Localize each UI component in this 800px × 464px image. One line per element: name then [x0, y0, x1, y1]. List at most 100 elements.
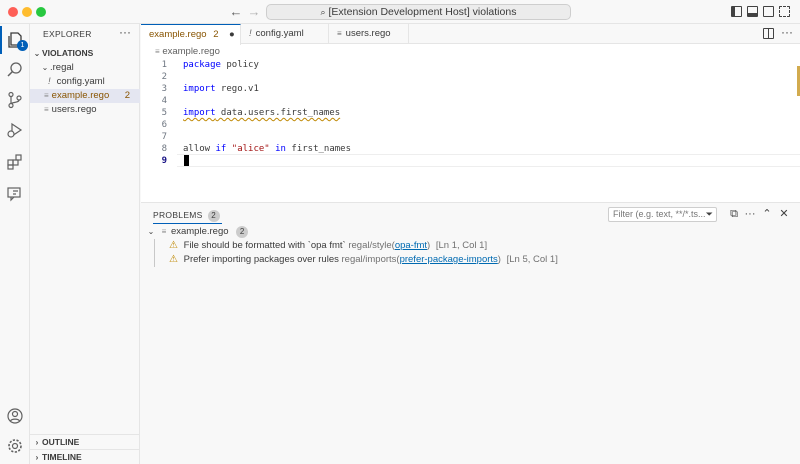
line-number: 4 — [161, 96, 167, 106]
chevron-right-icon: › — [35, 453, 39, 462]
line-number: 5 — [161, 108, 167, 118]
split-editor-icon[interactable] — [763, 28, 774, 39]
extensions-activity[interactable] — [0, 148, 30, 176]
tab-label: config.yaml — [255, 28, 304, 39]
line-number: 1 — [161, 60, 167, 70]
problems-filter-input[interactable]: Filter (e.g. text, **/*.ts... ⏷ — [608, 207, 717, 222]
code-editor[interactable]: 1 package policy 2 3 import rego.v1 4 5 … — [141, 59, 800, 199]
code-line: 3 import rego.v1 — [141, 83, 800, 95]
keyword: import — [183, 84, 216, 94]
manage-activity[interactable] — [0, 432, 30, 460]
maximize-panel-icon[interactable]: ⌃ — [761, 208, 773, 220]
filter-icon[interactable]: ⏷ — [706, 208, 713, 221]
tab-bar: example.rego 2 ● ! config.yaml ≡ users.reg… — [141, 24, 800, 45]
current-line-highlight — [177, 154, 800, 167]
code-text-warning: import data.users.first_names — [183, 107, 340, 119]
problem-row[interactable]: ⚠ File should be formatted with `opa fmt… — [141, 239, 800, 253]
toggle-secondary-sidebar-icon[interactable] — [763, 6, 774, 17]
search-activity[interactable] — [0, 56, 30, 84]
run-debug-activity[interactable] — [0, 116, 30, 144]
code-line: 1 package policy — [141, 59, 800, 71]
close-window-button[interactable] — [8, 7, 18, 17]
string-literal: "alice" — [231, 144, 270, 154]
tree-item-label: config.yaml — [56, 76, 105, 87]
source-control-activity[interactable] — [0, 86, 30, 114]
problem-row[interactable]: ⚠ Prefer importing packages over rules r… — [141, 253, 800, 267]
code-token: rego.v1 — [215, 84, 259, 94]
back-arrow-icon[interactable]: ← — [228, 4, 244, 20]
file-icon: ≡ — [44, 105, 49, 114]
keyword: if — [215, 144, 227, 154]
panel-tab-label: PROBLEMS — [153, 210, 203, 220]
timeline-section[interactable]: › TIMELINE — [30, 449, 140, 464]
problem-source-close: ) — [427, 240, 431, 251]
tab-example-rego[interactable]: example.rego 2 ● — [141, 24, 241, 45]
tab-label: example.rego — [149, 29, 207, 40]
yaml-file-icon: ! — [249, 28, 252, 39]
tab-config-yaml[interactable]: ! config.yaml — [241, 24, 329, 44]
tab-label: users.rego — [345, 28, 391, 39]
minimize-window-button[interactable] — [22, 7, 32, 17]
tree-item-label: example.rego — [51, 90, 110, 101]
forward-arrow-icon[interactable]: → — [246, 4, 262, 20]
folder-violations[interactable]: ⌄ VIOLATIONS — [30, 46, 140, 60]
tree-item-regal[interactable]: ⌄ .regal — [30, 61, 140, 75]
toggle-primary-sidebar-icon[interactable] — [731, 6, 742, 17]
account-icon — [7, 408, 23, 424]
extensions-icon — [7, 154, 22, 170]
breadcrumb[interactable]: ≡ example.rego — [155, 45, 220, 59]
code-line: 5 import data.users.first_names — [141, 107, 800, 119]
sidebar-title: EXPLORER — [43, 29, 92, 39]
line-number: 8 — [161, 144, 167, 154]
code-line-current: 9 — [141, 154, 800, 167]
more-actions-icon[interactable]: ··· — [781, 25, 793, 39]
code-token: data.users.first_names — [215, 108, 341, 118]
code-token: allow — [183, 144, 216, 154]
unsaved-dot-icon[interactable]: ● — [229, 25, 235, 45]
problem-file-row[interactable]: ⌄ ≡ example.rego 2 — [141, 225, 800, 239]
keyword: import — [183, 108, 216, 118]
line-number: 6 — [161, 120, 167, 130]
collapse-all-icon[interactable]: ⧉ — [728, 208, 740, 220]
more-actions-icon[interactable]: ··· — [744, 208, 756, 220]
yaml-file-icon: ! — [48, 76, 51, 87]
outline-section[interactable]: › OUTLINE — [30, 434, 140, 449]
tab-problems[interactable]: PROBLEMS 2 — [153, 207, 222, 224]
line-number: 7 — [161, 132, 167, 142]
problem-count-badge: 2 — [207, 210, 220, 222]
remote-explorer-activity[interactable] — [0, 180, 30, 208]
problem-source-close: ) — [497, 254, 501, 265]
close-panel-icon[interactable]: ✕ — [778, 208, 790, 220]
code-line: 4 — [141, 95, 800, 107]
toggle-panel-icon[interactable] — [747, 6, 758, 17]
customize-layout-icon[interactable] — [779, 6, 790, 17]
problem-count-badge: 2 — [124, 90, 130, 101]
timeline-label: TIMELINE — [42, 452, 82, 462]
chevron-down-icon: ⌄ — [33, 49, 41, 58]
search-icon: ⌕ — [320, 7, 326, 17]
tab-users-rego[interactable]: ≡ users.rego — [329, 24, 409, 44]
chevron-right-icon: › — [35, 438, 39, 447]
accounts-activity[interactable] — [0, 402, 30, 430]
text-cursor — [184, 155, 189, 166]
tree-item-users-rego[interactable]: ≡ users.rego — [30, 103, 140, 117]
folder-label: VIOLATIONS — [42, 48, 94, 58]
source-control-icon — [8, 91, 22, 109]
command-center[interactable]: ⌕ [Extension Development Host] violation… — [266, 4, 571, 20]
problem-rule-link[interactable]: opa-fmt — [395, 240, 427, 251]
problem-rule-link[interactable]: prefer-package-imports — [400, 254, 498, 265]
search-icon — [7, 62, 22, 77]
tree-item-example-rego[interactable]: ≡ example.rego 2 — [30, 89, 140, 103]
breadcrumb-file: example.rego — [162, 46, 220, 57]
run-debug-icon — [7, 122, 23, 138]
explorer-activity[interactable]: 1 — [0, 26, 30, 54]
chevron-down-icon: ⌄ — [147, 227, 155, 236]
code-token: first_names — [285, 144, 352, 154]
tree-item-config-yaml[interactable]: ! config.yaml — [30, 75, 140, 89]
zoom-window-button[interactable] — [36, 7, 46, 17]
code-line: 2 — [141, 71, 800, 83]
file-icon: ≡ — [155, 47, 160, 56]
file-icon: ≡ — [161, 227, 167, 236]
more-actions-icon[interactable]: ··· — [119, 25, 131, 39]
file-icon: ≡ — [44, 91, 49, 100]
